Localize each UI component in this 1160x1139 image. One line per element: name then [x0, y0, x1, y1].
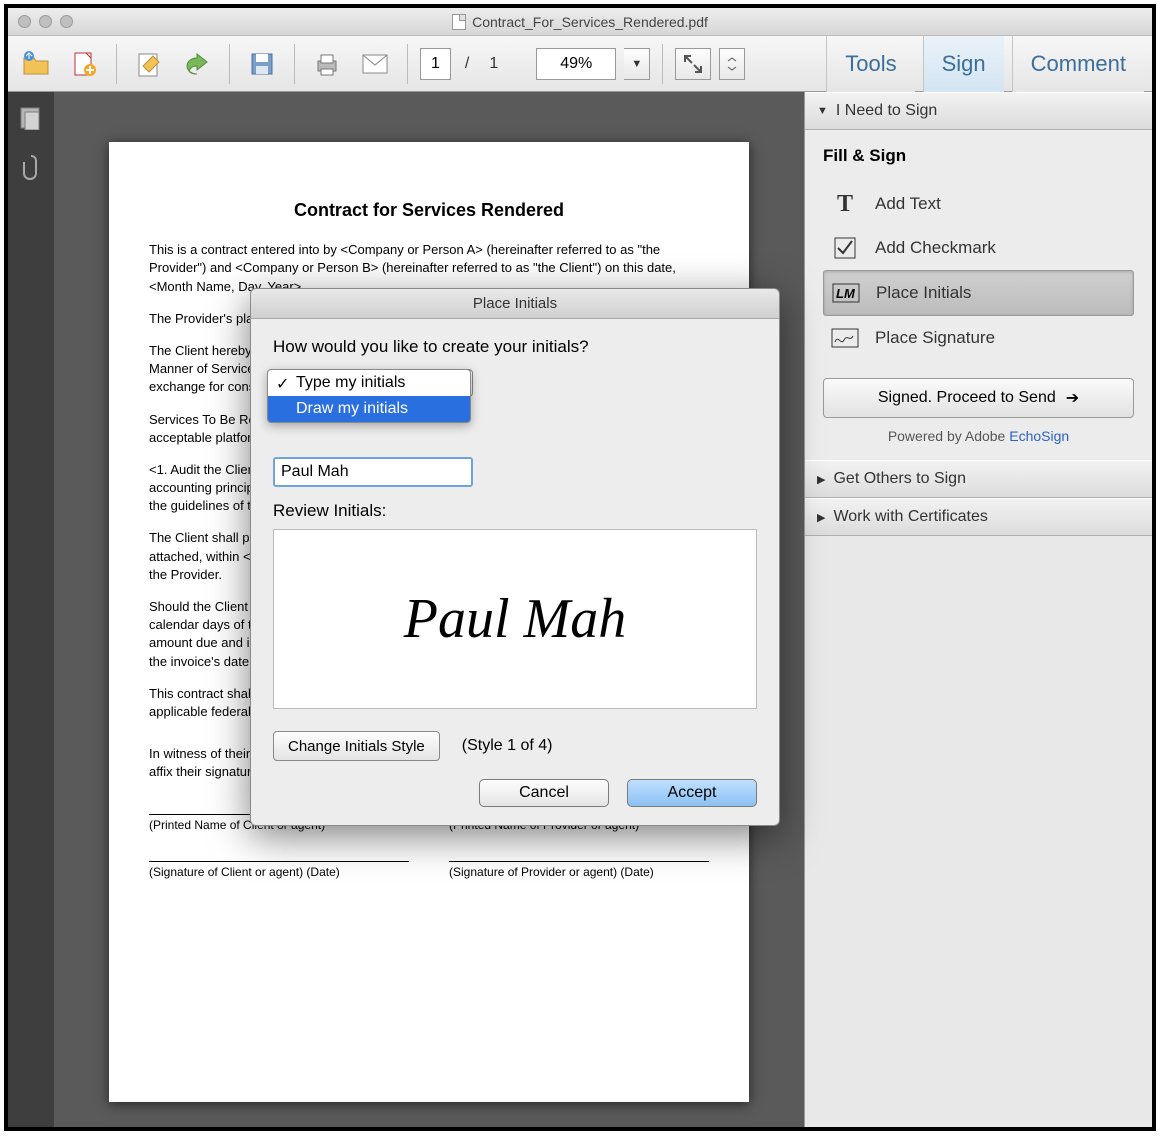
initials-icon: LM [832, 281, 860, 305]
attachments-icon[interactable] [20, 154, 42, 180]
zoom-input[interactable]: 49% [536, 48, 616, 80]
titlebar: Contract_For_Services_Rendered.pdf [8, 8, 1152, 36]
sign-panel: ▼ I Need to Sign Fill & Sign T Add Text … [804, 92, 1152, 1127]
doc-heading: Contract for Services Rendered [149, 198, 709, 223]
tool-label: Add Checkmark [875, 238, 996, 258]
svg-text:LM: LM [836, 286, 856, 301]
window-title: Contract_For_Services_Rendered.pdf [472, 14, 708, 30]
sig-label: (Signature of Client or agent) (Date) [149, 864, 409, 881]
zoom-dropdown[interactable]: ▼ [624, 48, 650, 80]
toolbar: 1 / 1 49% ▼ Tools Sign Comment [8, 36, 1152, 92]
thumbnails-icon[interactable] [19, 106, 43, 130]
tool-add-text[interactable]: T Add Text [823, 182, 1134, 226]
text-icon: T [831, 192, 859, 216]
arrow-right-icon: ➔ [1066, 388, 1079, 408]
fill-sign-heading: Fill & Sign [823, 146, 1134, 166]
section-get-others[interactable]: ▶ Get Others to Sign [805, 460, 1152, 498]
option-type-initials[interactable]: Type my initials [268, 370, 470, 396]
chevron-down-icon: ▼ [817, 105, 828, 117]
minimize-icon[interactable] [39, 15, 52, 28]
tab-comment[interactable]: Comment [1012, 36, 1144, 92]
review-label: Review Initials: [273, 501, 757, 521]
section-label: Work with Certificates [833, 508, 987, 526]
tool-label: Place Signature [875, 328, 995, 348]
print-button[interactable] [307, 44, 347, 84]
change-style-button[interactable]: Change Initials Style [273, 731, 440, 761]
checkmark-icon [831, 236, 859, 260]
fill-sign-body: Fill & Sign T Add Text Add Checkmark LM … [805, 130, 1152, 460]
tool-add-checkmark[interactable]: Add Checkmark [823, 226, 1134, 270]
initials-preview: Paul Mah [273, 529, 757, 709]
open-button[interactable] [16, 44, 56, 84]
preview-text: Paul Mah [404, 587, 626, 651]
section-certificates[interactable]: ▶ Work with Certificates [805, 498, 1152, 536]
create-button[interactable] [64, 44, 104, 84]
sig-label: (Signature of Provider or agent) (Date) [449, 864, 709, 881]
left-rail [8, 92, 54, 1127]
dialog-title: Place Initials [251, 289, 779, 319]
tool-place-signature[interactable]: Place Signature [823, 316, 1134, 360]
initials-name-input[interactable] [273, 457, 473, 487]
window-controls [8, 15, 73, 28]
page-separator: / [459, 55, 475, 73]
page-current-input[interactable]: 1 [420, 48, 451, 80]
section-label: I Need to Sign [836, 102, 937, 120]
chevron-right-icon: ▶ [817, 473, 825, 486]
section-i-need-to-sign[interactable]: ▼ I Need to Sign [805, 92, 1152, 130]
powered-text: Powered by Adobe [888, 428, 1009, 444]
save-button[interactable] [242, 44, 282, 84]
accept-button[interactable]: Accept [627, 779, 757, 807]
echosign-link[interactable]: EchoSign [1009, 428, 1069, 444]
dialog-question: How would you like to create your initia… [273, 337, 757, 357]
tool-label: Place Initials [876, 283, 971, 303]
option-draw-initials[interactable]: Draw my initials [268, 396, 470, 422]
place-initials-dialog: Place Initials How would you like to cre… [250, 288, 780, 826]
tool-label: Add Text [875, 194, 941, 214]
powered-by: Powered by Adobe EchoSign [823, 428, 1134, 444]
share-button[interactable] [177, 44, 217, 84]
tab-tools[interactable]: Tools [826, 36, 914, 92]
dropdown-menu: Type my initials Draw my initials [267, 369, 471, 423]
chevron-right-icon: ▶ [817, 511, 825, 524]
edit-button[interactable] [129, 44, 169, 84]
document-icon [452, 14, 466, 30]
fit-page-button[interactable] [675, 48, 711, 80]
view-dropdown[interactable] [719, 48, 745, 80]
email-button[interactable] [355, 44, 395, 84]
signature-icon [831, 326, 859, 350]
tab-sign[interactable]: Sign [923, 36, 1004, 92]
proceed-label: Signed. Proceed to Send [878, 389, 1056, 407]
zoom-icon[interactable] [60, 15, 73, 28]
proceed-button[interactable]: Signed. Proceed to Send ➔ [823, 378, 1134, 418]
style-counter: (Style 1 of 4) [462, 737, 553, 755]
section-label: Get Others to Sign [833, 470, 966, 488]
page-total: 1 [483, 55, 504, 73]
close-icon[interactable] [18, 15, 31, 28]
tool-place-initials[interactable]: LM Place Initials [823, 270, 1134, 316]
cancel-button[interactable]: Cancel [479, 779, 609, 807]
